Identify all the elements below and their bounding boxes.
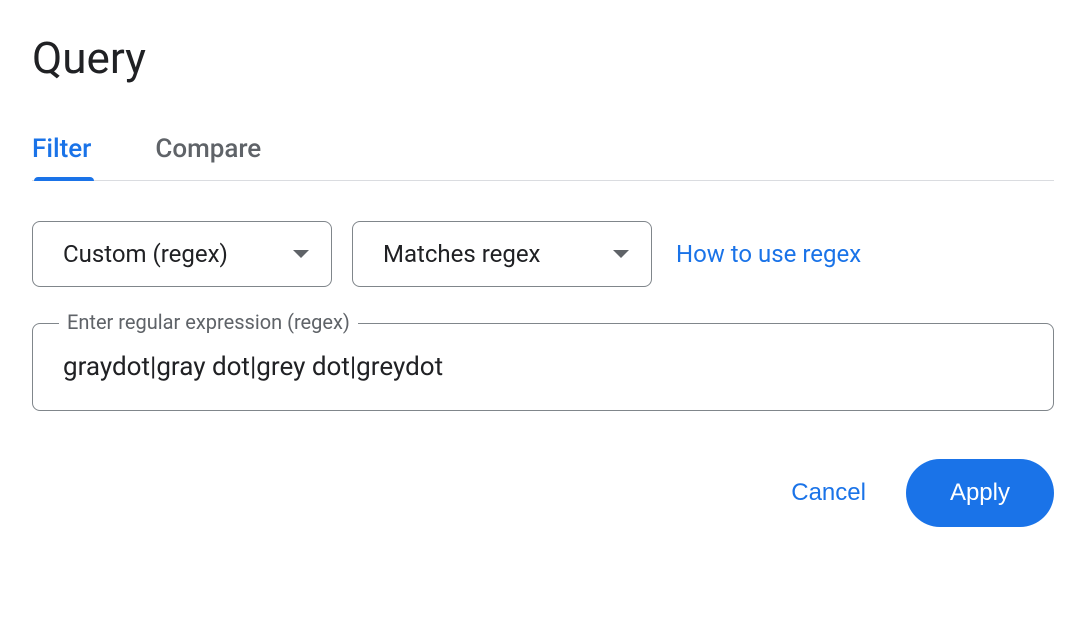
help-link-regex[interactable]: How to use regex [676, 240, 861, 268]
dropdown-match-mode[interactable]: Matches regex [352, 221, 652, 287]
tab-filter[interactable]: Filter [32, 134, 91, 180]
caret-down-icon [293, 250, 309, 258]
controls-row: Custom (regex) Matches regex How to use … [32, 221, 1054, 287]
dropdown-filter-type[interactable]: Custom (regex) [32, 221, 332, 287]
apply-button[interactable]: Apply [906, 459, 1054, 527]
caret-down-icon [613, 250, 629, 258]
dropdown-match-mode-label: Matches regex [383, 240, 540, 268]
page-title: Query [32, 32, 1054, 84]
regex-input[interactable] [63, 352, 1023, 382]
dropdown-filter-type-label: Custom (regex) [63, 240, 228, 268]
tab-compare[interactable]: Compare [155, 134, 261, 180]
tabs: Filter Compare [32, 134, 1054, 181]
regex-field-legend: Enter regular expression (regex) [59, 310, 358, 334]
actions-row: Cancel Apply [32, 459, 1054, 527]
cancel-button[interactable]: Cancel [791, 479, 866, 507]
regex-fieldset: Enter regular expression (regex) [32, 323, 1054, 411]
